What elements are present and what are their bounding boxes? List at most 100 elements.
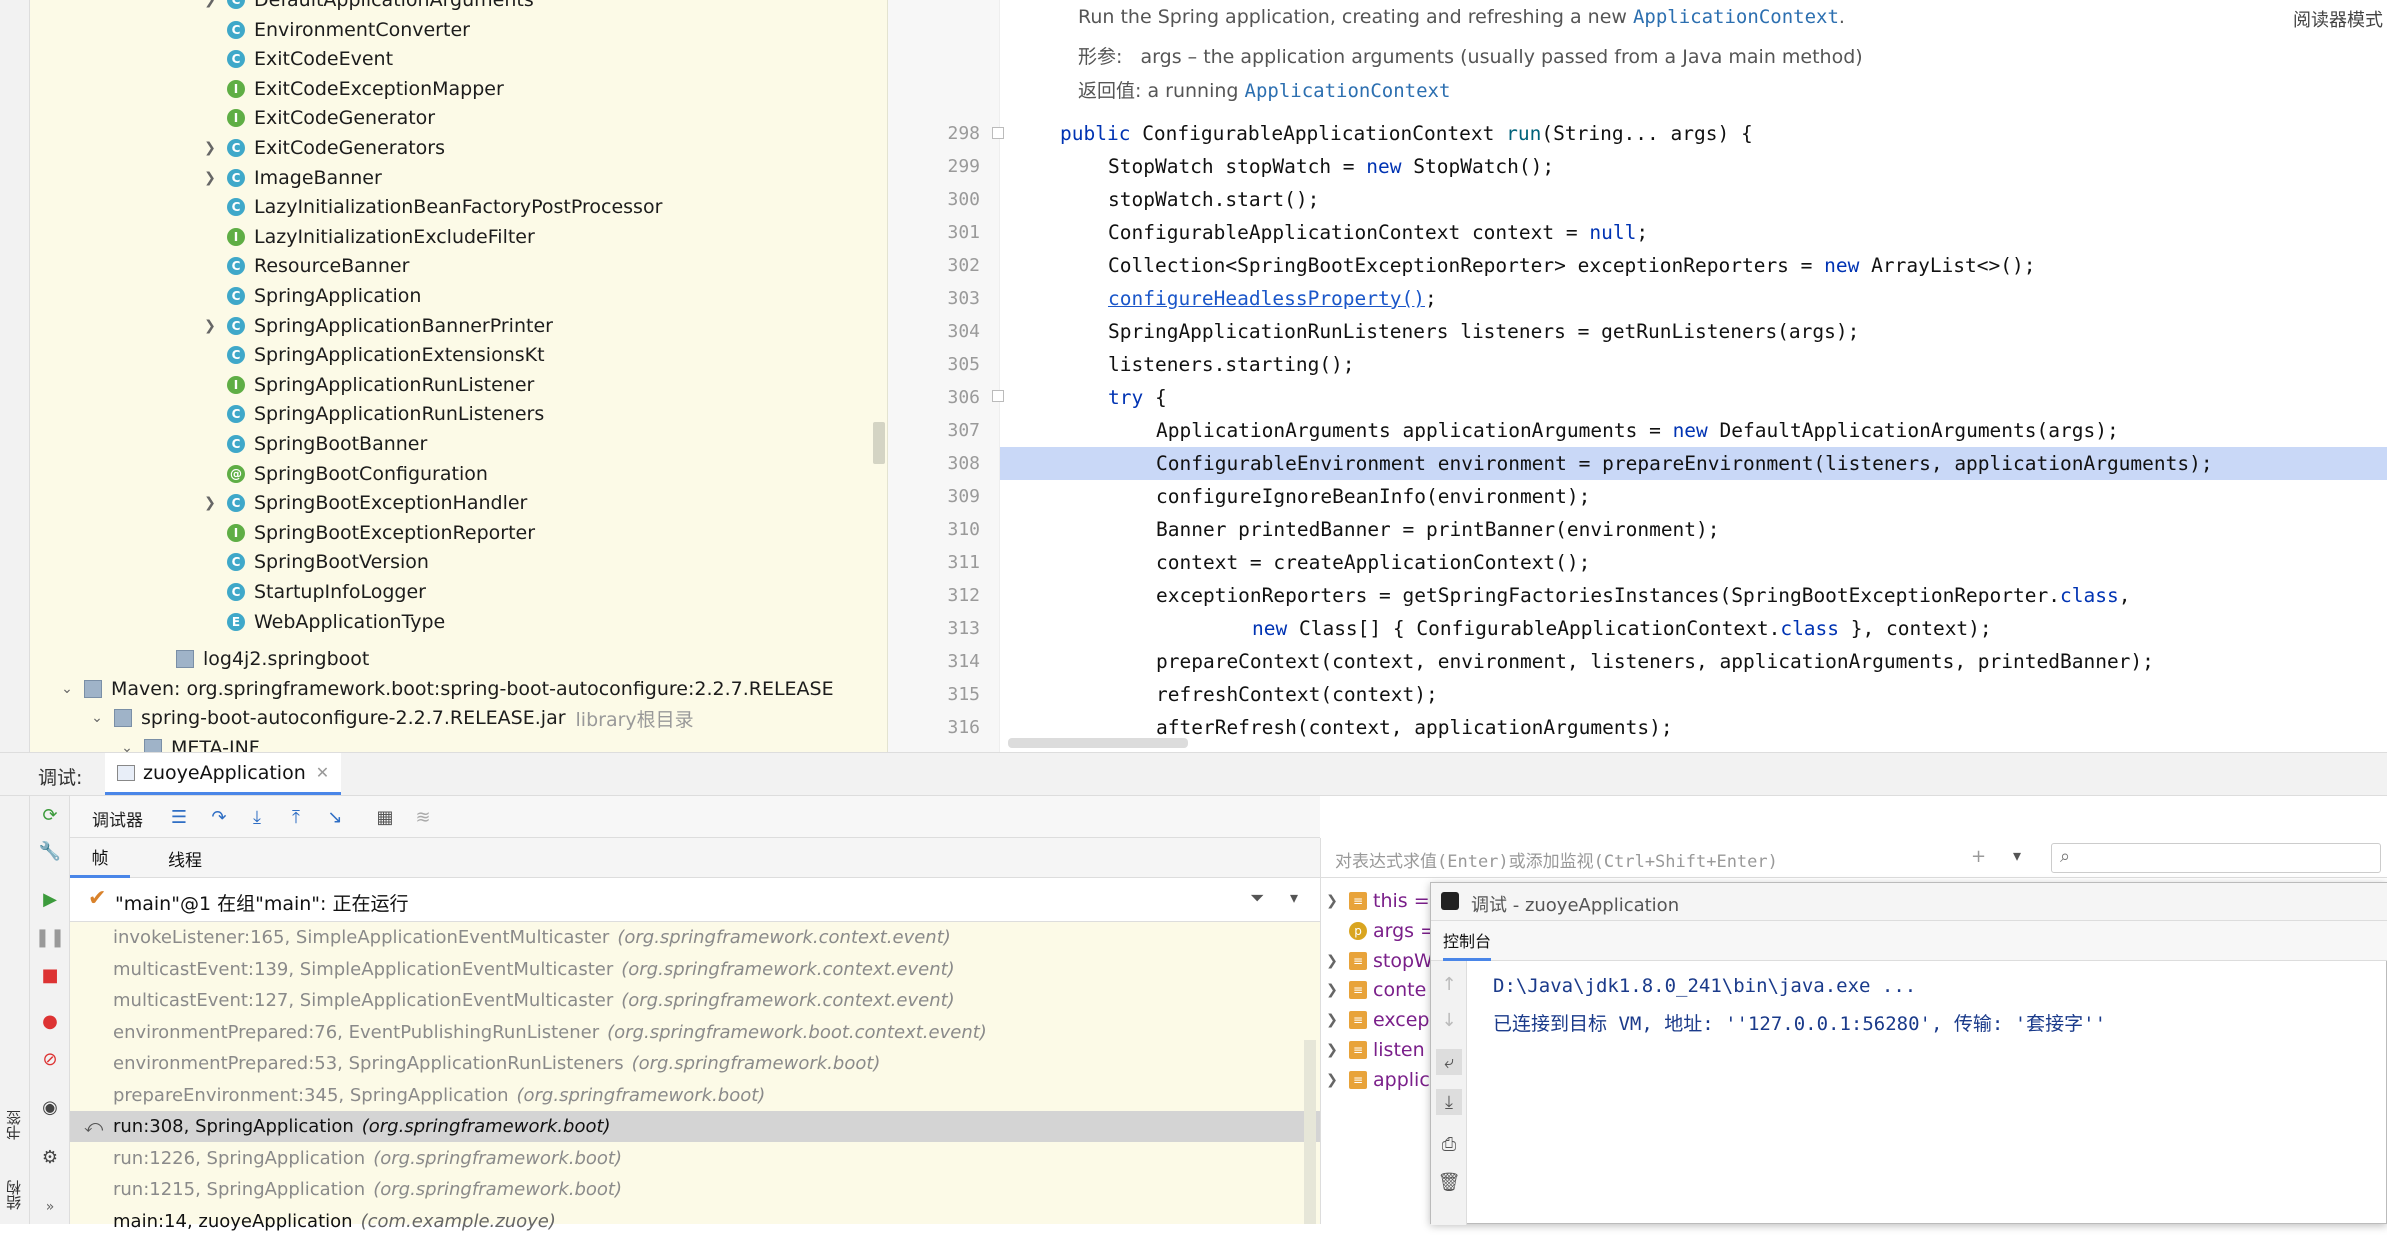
variable-row[interactable]: ❯ ≡ stopW	[1321, 946, 1433, 976]
tree-item[interactable]: E WebApplicationType	[201, 607, 445, 637]
tree-item[interactable]: C EnvironmentConverter	[201, 15, 470, 45]
stack-frame[interactable]: environmentPrepared:76, EventPublishingR…	[70, 1017, 1320, 1048]
stack-frame[interactable]: multicastEvent:127, SimpleApplicationEve…	[70, 985, 1320, 1016]
chevron-right-icon[interactable]: ❯	[201, 140, 219, 156]
step-over-icon[interactable]: ↷	[206, 804, 232, 830]
stack-frame[interactable]: ⤺ run:308, SpringApplication (org.springfr…	[70, 1111, 1320, 1142]
line-number[interactable]: 305	[928, 354, 980, 375]
chevron-down-icon[interactable]: ⌄	[88, 710, 106, 726]
doc-link[interactable]: ApplicationContext	[1245, 80, 1451, 102]
code-line[interactable]: ConfigurableApplicationContext context =…	[1108, 216, 1648, 249]
code-line[interactable]: new Class[] { ConfigurableApplicationCon…	[1252, 612, 1992, 645]
fold-marker-306[interactable]	[992, 390, 1004, 402]
code-line[interactable]: configureHeadlessProperty();	[1108, 282, 1437, 315]
stack-frame[interactable]: run:1215, SpringApplication (org.springfr…	[70, 1174, 1320, 1205]
chevron-right-icon[interactable]: ❯	[1321, 1072, 1343, 1088]
camera-icon[interactable]: ◉	[37, 1094, 63, 1120]
tree-item[interactable]: C LazyInitializationBeanFactoryPostProces…	[201, 192, 662, 222]
tab-frames[interactable]: 帧	[70, 838, 130, 878]
code-line[interactable]: listeners.starting();	[1108, 348, 1355, 381]
code-line[interactable]: ApplicationArguments applicationArgument…	[1156, 414, 2119, 447]
tree-item[interactable]: I SpringApplicationRunListener	[201, 370, 534, 400]
line-number[interactable]: 308	[928, 453, 980, 474]
line-number[interactable]: 306	[928, 387, 980, 408]
line-number[interactable]: 301	[928, 222, 980, 243]
frames-scrollbar[interactable]	[1304, 1040, 1316, 1224]
code-line[interactable]: SpringApplicationRunListeners listeners …	[1108, 315, 1859, 348]
tree-item[interactable]: C SpringApplication	[201, 281, 421, 311]
arrow-up-icon[interactable]: ↑	[1436, 971, 1462, 997]
line-number[interactable]: 315	[928, 684, 980, 705]
scroll-to-end-icon[interactable]: ⤓	[1436, 1089, 1462, 1115]
resume-icon[interactable]: ▶	[37, 886, 63, 912]
popup-titlebar[interactable]: 调试 - zuoyeApplication	[1431, 883, 2387, 921]
tree-item[interactable]: I ExitCodeExceptionMapper	[201, 74, 504, 104]
chevron-right-icon[interactable]: ❯	[1321, 1012, 1343, 1028]
breakpoints-icon[interactable]: ●	[37, 1008, 63, 1034]
tree-item[interactable]: ⌄ spring-boot-autoconfigure-2.2.7.RELEASE…	[88, 703, 694, 733]
code-line[interactable]: ConfigurableEnvironment environment = pr…	[1156, 447, 2213, 480]
code-line[interactable]: afterRefresh(context, applicationArgumen…	[1156, 711, 1673, 744]
tree-item[interactable]: @ SpringBootConfiguration	[201, 459, 488, 489]
variable-row[interactable]: ❯ ≡ conte	[1321, 975, 1426, 1005]
tree-item[interactable]: ❯ C DefaultApplicationArguments	[201, 0, 534, 15]
evaluate-icon[interactable]: ▦	[372, 804, 398, 830]
chevron-right-icon[interactable]: ❯	[1321, 953, 1343, 969]
chevron-right-icon[interactable]: ❯	[201, 318, 219, 334]
line-number[interactable]: 298	[928, 123, 980, 144]
line-number[interactable]: 312	[928, 585, 980, 606]
code-line[interactable]: Collection<SpringBootExceptionReporter> …	[1108, 249, 2035, 282]
eval-input[interactable]: 对表达式求值(Enter)或添加监视(Ctrl+Shift+Enter)	[1335, 847, 1778, 872]
tree-item[interactable]: I LazyInitializationExcludeFilter	[201, 222, 535, 252]
line-number[interactable]: 302	[928, 255, 980, 276]
tree-item[interactable]: C ExitCodeEvent	[201, 44, 393, 74]
line-number[interactable]: 303	[928, 288, 980, 309]
trash-icon[interactable]: 🗑	[1436, 1169, 1462, 1195]
search-input[interactable]: ⌕	[2051, 843, 2381, 873]
tree-scrollbar[interactable]	[873, 422, 885, 464]
variable-row[interactable]: ❯ ≡ listen	[1321, 1035, 1425, 1065]
filter-icon[interactable]: ⏷	[1250, 888, 1264, 909]
code-line[interactable]: prepareContext(context, environment, lis…	[1156, 645, 2154, 678]
soft-wrap-icon[interactable]: ⤶	[1436, 1049, 1462, 1075]
thread-selector[interactable]: ✔ "main"@1 在组"main": 正在运行 ⏷ ▾	[70, 878, 1320, 922]
line-number[interactable]: 316	[928, 717, 980, 738]
variable-row[interactable]: p args =	[1321, 916, 1436, 946]
mute-breakpoints-icon[interactable]: ⊘	[37, 1046, 63, 1072]
close-icon[interactable]: ✕	[316, 763, 329, 782]
stack-frame[interactable]: prepareEnvironment:345, SpringApplicatio…	[70, 1080, 1320, 1111]
chevron-down-icon[interactable]: ⌄	[118, 740, 136, 752]
chevron-right-icon[interactable]: ❯	[201, 0, 219, 8]
chevron-right-icon[interactable]: ❯	[201, 495, 219, 511]
tree-item[interactable]: I SpringBootExceptionReporter	[201, 518, 535, 548]
line-number[interactable]: 304	[928, 321, 980, 342]
arrow-down-icon[interactable]: ↓	[1436, 1007, 1462, 1033]
line-number[interactable]: 313	[928, 618, 980, 639]
chevron-right-icon[interactable]: ❯	[1321, 982, 1343, 998]
stack-frame[interactable]: run:1226, SpringApplication (org.springfr…	[70, 1143, 1320, 1174]
variable-row[interactable]: ❯ ≡ excep	[1321, 1005, 1429, 1035]
stack-frame[interactable]: main:14, zuoyeApplication (com.example.zu…	[70, 1206, 1320, 1237]
line-number[interactable]: 314	[928, 651, 980, 672]
code-editor[interactable]: Run the Spring application, creating and…	[888, 0, 2387, 752]
tree-item[interactable]: C SpringBootVersion	[201, 547, 429, 577]
tree-item[interactable]: ❯ C SpringApplicationBannerPrinter	[201, 311, 553, 341]
code-line[interactable]: StopWatch stopWatch = new StopWatch();	[1108, 150, 1554, 183]
stack-frame[interactable]: invokeListener:165, SimpleApplicationEve…	[70, 922, 1320, 953]
trace-icon[interactable]: ≋	[410, 804, 436, 830]
stack-frame[interactable]: multicastEvent:139, SimpleApplicationEve…	[70, 954, 1320, 985]
chevron-right-icon[interactable]: ❯	[1321, 1042, 1343, 1058]
layout-icon[interactable]: ☰	[166, 804, 192, 830]
code-line[interactable]: public ConfigurableApplicationContext ru…	[1060, 117, 1753, 150]
tree-item[interactable]: C StartupInfoLogger	[201, 577, 426, 607]
tree-item[interactable]: ⌄ Maven: org.springframework.boot:spring-…	[58, 674, 834, 704]
line-number[interactable]: 311	[928, 552, 980, 573]
tab-zuoyeApplication[interactable]: zuoyeApplication ✕	[105, 753, 342, 795]
more-icon[interactable]: »	[37, 1194, 63, 1220]
tree-item[interactable]: C SpringBootBanner	[201, 429, 427, 459]
fold-marker-298[interactable]	[992, 127, 1004, 139]
tree-item[interactable]: ⌄ META-INF	[118, 733, 260, 752]
wrench-icon[interactable]: 🔧	[37, 838, 63, 864]
gear-icon[interactable]: ⚙	[37, 1144, 63, 1170]
bookmarks-tool[interactable]: 书签	[3, 1070, 27, 1140]
